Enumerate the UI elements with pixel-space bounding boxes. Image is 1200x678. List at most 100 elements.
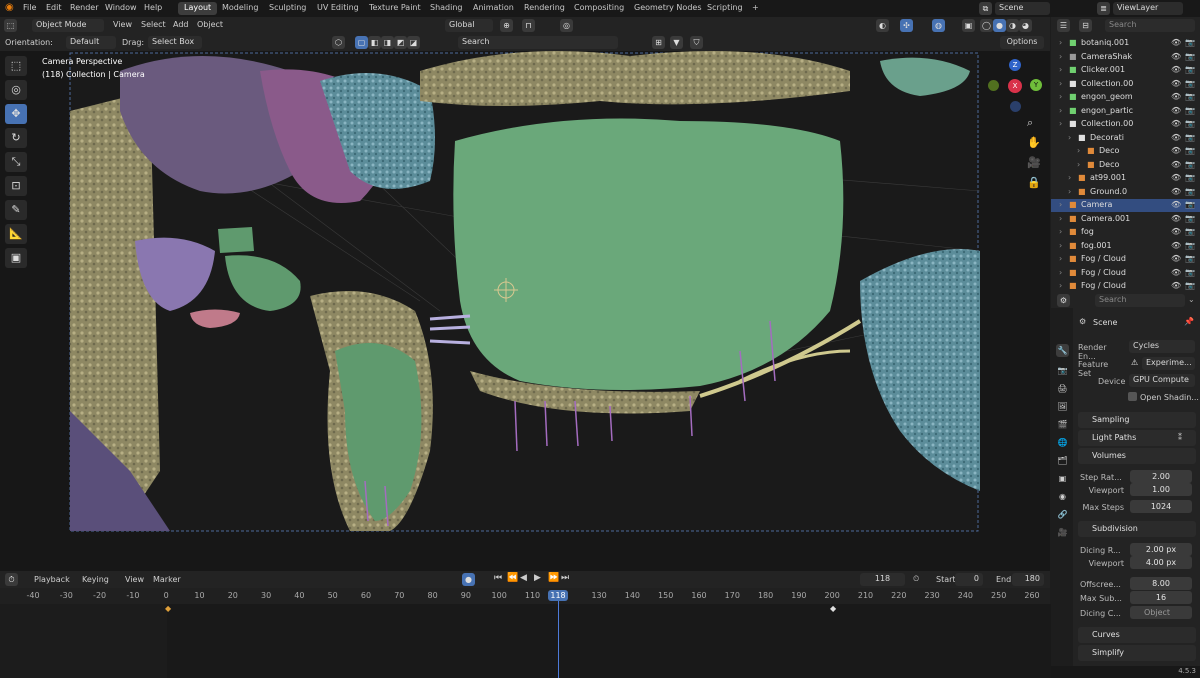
visibility-eye-icon[interactable]: 👁 <box>1171 200 1181 209</box>
overlays-icon[interactable]: ◍ <box>932 19 945 32</box>
gizmo-neg-y-axis[interactable] <box>988 80 999 91</box>
navigation-gizmo[interactable]: Z X Y <box>988 59 1042 113</box>
menu-keying[interactable]: Keying <box>82 575 109 584</box>
outliner-row[interactable]: › ■ Fog / Cloud 👁 📷 <box>1051 253 1200 266</box>
object-types-icon[interactable]: ⬡ <box>332 36 345 49</box>
play-icon[interactable]: ▶ <box>534 573 541 583</box>
transform-orientation[interactable]: Global <box>445 19 493 32</box>
transform-tool-icon[interactable]: ⊡ <box>5 176 27 196</box>
menu-marker[interactable]: Marker <box>153 575 181 584</box>
render-camera-icon[interactable]: 📷 <box>1185 214 1195 223</box>
expand-arrow-icon[interactable]: › <box>1059 79 1062 88</box>
max-subdivisions-field[interactable]: 16 <box>1130 591 1192 604</box>
pin-icon[interactable]: ⌄ <box>1188 295 1195 304</box>
expand-arrow-icon[interactable]: › <box>1077 146 1080 155</box>
tab-texture-paint[interactable]: Texture Paint <box>363 2 427 15</box>
dicing-rate-field[interactable]: 2.00 px <box>1130 543 1192 556</box>
drag-selector[interactable]: Select Box <box>148 36 202 49</box>
select-invert-icon[interactable]: ◩ <box>394 36 407 49</box>
outliner-row[interactable]: › ■ Decorati 👁 📷 <box>1051 132 1200 145</box>
object-tab-icon[interactable]: ▣ <box>1056 472 1069 485</box>
record-icon[interactable]: ● <box>462 573 475 586</box>
visibility-eye-icon[interactable]: 👁 <box>1171 106 1181 115</box>
expand-arrow-icon[interactable]: › <box>1068 187 1071 196</box>
properties-editor-icon[interactable]: ⚙ <box>1057 294 1070 307</box>
tab-uv-editing[interactable]: UV Editing <box>311 2 365 15</box>
outliner-row[interactable]: › ■ engon_partic 👁 📷 <box>1051 105 1200 118</box>
gizmo-x-axis[interactable]: X <box>1008 79 1022 93</box>
move-tool-icon[interactable]: ✥ <box>5 104 27 124</box>
data-tab-icon[interactable]: 🎥 <box>1056 526 1069 539</box>
visibility-eye-icon[interactable]: 👁 <box>1171 214 1181 223</box>
expand-arrow-icon[interactable]: › <box>1068 133 1071 142</box>
expand-arrow-icon[interactable]: › <box>1077 160 1080 169</box>
visibility-eye-icon[interactable]: 👁 <box>1171 268 1181 277</box>
volumes-panel[interactable]: Volumes <box>1078 448 1196 464</box>
playhead-frame[interactable]: 118 <box>548 590 568 601</box>
material-shading-icon[interactable]: ◑ <box>1006 19 1019 32</box>
frame-ruler[interactable]: -40 -30 -20 -10 0 10 20 30 40 50 60 70 80 90 100 110 118… <box>0 588 1050 604</box>
world-tab-icon[interactable]: 🌐 <box>1056 436 1069 449</box>
gizmo-y-axis[interactable]: Y <box>1030 79 1042 91</box>
expand-arrow-icon[interactable]: › <box>1059 281 1062 290</box>
render-camera-icon[interactable]: 📷 <box>1185 52 1195 61</box>
curves-panel[interactable]: Curves <box>1078 627 1196 643</box>
expand-arrow-icon[interactable]: › <box>1059 241 1062 250</box>
menu-window[interactable]: Window <box>105 3 137 12</box>
render-tab-icon[interactable]: 📷 <box>1056 364 1069 377</box>
display-mode-icon[interactable]: ⊟ <box>1079 19 1092 32</box>
render-camera-icon[interactable]: 📷 <box>1185 254 1195 263</box>
visibility-eye-icon[interactable]: 👁 <box>1171 146 1181 155</box>
device-select[interactable]: GPU Compute <box>1129 374 1195 387</box>
menu-edit[interactable]: Edit <box>46 3 62 12</box>
light-paths-preset-icon[interactable]: ⁑ <box>1178 433 1182 442</box>
scene-selector[interactable]: Scene <box>995 2 1050 15</box>
annotate-tool-icon[interactable]: ✎ <box>5 200 27 220</box>
viewport-step-field[interactable]: 1.00 <box>1130 483 1192 496</box>
expand-arrow-icon[interactable]: › <box>1059 92 1062 101</box>
expand-arrow-icon[interactable]: › <box>1059 65 1062 74</box>
render-camera-icon[interactable]: 📷 <box>1185 227 1195 236</box>
orientation-selector[interactable]: Default <box>66 36 116 49</box>
end-frame-field[interactable]: 180 <box>1012 573 1044 586</box>
tab-rendering[interactable]: Rendering <box>518 2 571 15</box>
object-pivot-icon[interactable]: ⊞ <box>652 36 665 49</box>
tab-layout[interactable]: Layout <box>178 2 218 15</box>
collection-tab-icon[interactable]: 🗂 <box>1056 454 1069 467</box>
play-reverse-icon[interactable]: ◀ <box>520 573 527 583</box>
view-layer-selector[interactable]: ViewLayer <box>1113 2 1183 15</box>
outliner-row[interactable]: › ■ CameraShak 👁 📷 <box>1051 51 1200 64</box>
expand-arrow-icon[interactable]: › <box>1059 52 1062 61</box>
outliner-row[interactable]: › ■ Fog / Cloud 👁 📷 <box>1051 267 1200 280</box>
render-camera-icon[interactable]: 📷 <box>1185 146 1195 155</box>
render-camera-icon[interactable]: 📷 <box>1185 65 1195 74</box>
menu-object[interactable]: Object <box>197 20 223 29</box>
keyframe-marker[interactable]: ◆ <box>165 604 171 613</box>
solid-shading-icon[interactable]: ● <box>993 19 1006 32</box>
expand-arrow-icon[interactable]: › <box>1068 173 1071 182</box>
visibility-eye-icon[interactable]: 👁 <box>1171 79 1181 88</box>
select-subtract-icon[interactable]: ◨ <box>381 36 394 49</box>
current-frame-field[interactable]: 118 <box>860 573 905 586</box>
snap-icon[interactable]: ⊓ <box>522 19 535 32</box>
select-box-icon[interactable]: ▢ <box>355 36 368 49</box>
select-intersect-icon[interactable]: ◪ <box>407 36 420 49</box>
add-cube-tool-icon[interactable]: ▣ <box>5 248 27 268</box>
expand-arrow-icon[interactable]: › <box>1059 119 1062 128</box>
expand-arrow-icon[interactable]: › <box>1059 254 1062 263</box>
jump-start-icon[interactable]: ⏮ <box>494 573 502 583</box>
visibility-eye-icon[interactable]: 👁 <box>1171 227 1181 236</box>
visibility-icon[interactable]: ◐ <box>876 19 889 32</box>
constraints-tab-icon[interactable]: 🔗 <box>1056 508 1069 521</box>
menu-help[interactable]: Help <box>144 3 162 12</box>
gizmo-neg-z-axis[interactable] <box>1010 101 1021 112</box>
visibility-eye-icon[interactable]: 👁 <box>1171 241 1181 250</box>
expand-arrow-icon[interactable]: › <box>1059 268 1062 277</box>
gizmo-z-axis[interactable]: Z <box>1009 59 1021 71</box>
outliner-row[interactable]: › ■ Camera 👁 📷 <box>1051 199 1200 212</box>
simplify-panel[interactable]: Simplify <box>1078 645 1196 661</box>
outliner-row[interactable]: › ■ Ground.0 👁 📷 <box>1051 186 1200 199</box>
shield-icon[interactable]: ⛉ <box>690 36 703 49</box>
rotate-tool-icon[interactable]: ↻ <box>5 128 27 148</box>
render-camera-icon[interactable]: 📷 <box>1185 173 1195 182</box>
